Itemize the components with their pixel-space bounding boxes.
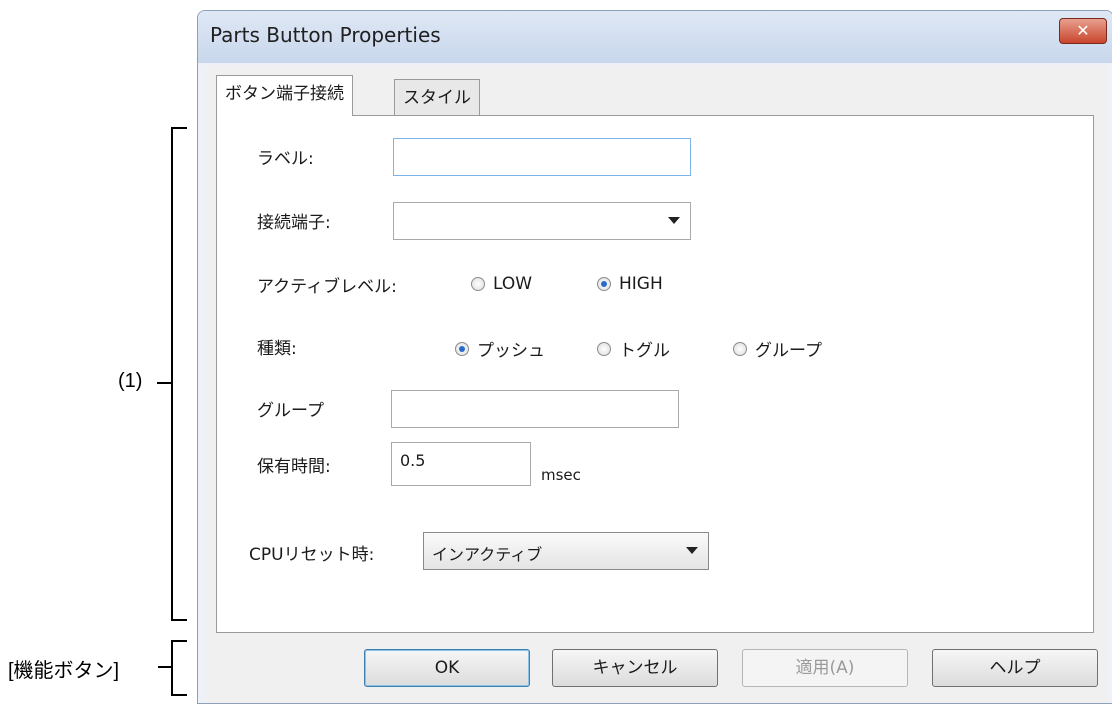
properties-dialog: Parts Button Properties ✕ ボタン端子接続 スタイル ラ… <box>197 10 1112 704</box>
close-icon: ✕ <box>1076 21 1090 40</box>
cpu-reset-label: CPUリセット時: <box>249 545 375 565</box>
cpu-reset-select-value: インアクティブ <box>432 545 543 564</box>
cancel-button[interactable]: キャンセル <box>552 649 718 687</box>
chevron-down-icon <box>668 217 680 224</box>
active-level-high-radio[interactable]: HIGH <box>597 274 663 294</box>
ok-button[interactable]: OK <box>364 649 530 687</box>
hold-time-input[interactable]: 0.5 <box>391 442 531 486</box>
type-label: 種類: <box>257 339 297 359</box>
terminal-field-label: 接続端子: <box>257 213 331 233</box>
group-label: グループ <box>257 401 324 421</box>
window-title: Parts Button Properties <box>210 23 441 47</box>
type-group-label: グループ <box>755 341 822 361</box>
annotation-function-buttons-tick <box>158 666 171 668</box>
tab-button-terminal-connection[interactable]: ボタン端子接続 <box>216 75 353 116</box>
hold-time-label: 保有時間: <box>257 457 331 477</box>
help-button[interactable]: ヘルプ <box>932 649 1098 687</box>
type-toggle-label: トグル <box>619 341 670 361</box>
hold-time-unit: msec <box>541 466 581 484</box>
close-button[interactable]: ✕ <box>1059 18 1107 44</box>
annotation-function-buttons: [機能ボタン] <box>8 660 120 682</box>
radio-icon <box>597 341 611 356</box>
chevron-down-icon <box>686 547 698 554</box>
apply-button[interactable]: 適用(A) <box>742 649 908 687</box>
radio-selected-icon <box>455 341 469 356</box>
label-field-label: ラベル: <box>257 149 314 169</box>
annotation-section-1-bracket <box>171 127 187 621</box>
radio-icon <box>471 277 485 291</box>
type-group-radio[interactable]: グループ <box>733 336 822 361</box>
terminal-select[interactable] <box>393 202 691 240</box>
group-input[interactable] <box>391 390 679 428</box>
type-push-radio[interactable]: プッシュ <box>455 336 545 361</box>
active-level-low-label: LOW <box>493 274 533 294</box>
annotation-section-1: (1) <box>118 370 143 392</box>
active-level-label: アクティブレベル: <box>257 277 397 297</box>
active-level-low-radio[interactable]: LOW <box>471 274 532 294</box>
radio-icon <box>733 341 747 356</box>
title-bar[interactable]: Parts Button Properties ✕ <box>198 11 1112 63</box>
dialog-client-area: ボタン端子接続 スタイル ラベル: 接続端子: アクティブレベル: LOW HI… <box>206 65 1107 703</box>
cpu-reset-select[interactable]: インアクティブ <box>423 532 709 570</box>
type-push-label: プッシュ <box>477 341 545 361</box>
tab-panel: ラベル: 接続端子: アクティブレベル: LOW HIGH 種類: プッシュ ト… <box>216 115 1094 633</box>
type-toggle-radio[interactable]: トグル <box>597 336 670 361</box>
radio-selected-icon <box>597 277 611 291</box>
active-level-high-label: HIGH <box>619 274 663 294</box>
label-input[interactable] <box>393 138 691 176</box>
tab-style[interactable]: スタイル <box>394 79 480 115</box>
annotation-section-1-tick <box>157 382 171 384</box>
annotation-function-buttons-bracket <box>171 640 187 696</box>
